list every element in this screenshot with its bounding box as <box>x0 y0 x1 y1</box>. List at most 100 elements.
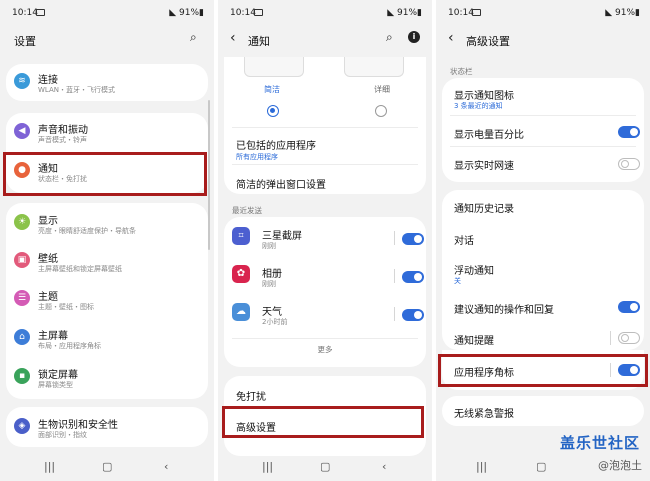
watermark-brand: 盖乐世社区 <box>559 434 640 452</box>
search-icon[interactable]: ⌕ <box>190 30 197 45</box>
dnd-item[interactable]: 免打扰 <box>236 388 266 403</box>
wireless-emergency-alerts[interactable]: 无线紧急警报 <box>454 405 514 420</box>
settings-group-3: ☀ 显示 亮度・眼睛舒适度保护・导航条 ▣ 壁纸 主屏幕壁纸和锁定屏幕壁纸 ☰ … <box>6 203 208 399</box>
lock-icon: ▪ <box>14 368 30 384</box>
battery-percentage-toggle[interactable] <box>618 126 640 138</box>
recent-app-row[interactable]: ☁ 天气 2小时前 <box>224 295 426 333</box>
battery-status: ◣ 91%▮ <box>387 8 422 18</box>
back-icon[interactable]: ‹ <box>382 460 386 473</box>
battery-status: ◣ 91%▮ <box>605 8 640 18</box>
page-title: 通知 <box>248 35 270 48</box>
notification-reminder[interactable]: 通知提醒 <box>454 332 494 347</box>
more-button[interactable]: 更多 <box>224 344 426 355</box>
search-icon[interactable]: ⌕ <box>386 30 393 45</box>
settings-item-home-screen[interactable]: ⌂ 主屏幕 布局・应用程序角标 <box>6 320 208 358</box>
notification-history[interactable]: 通知历史记录 <box>454 200 514 215</box>
settings-item-subtitle: WLAN・蓝牙・飞行模式 <box>38 86 116 94</box>
settings-item-sound[interactable]: ◀ 声音和振动 声音模式・铃声 <box>6 114 208 152</box>
wifi-icon: ≋ <box>14 73 30 89</box>
back-icon[interactable]: ‹ <box>164 460 168 473</box>
brief-preview-image <box>244 57 304 77</box>
scrollbar[interactable] <box>208 100 210 250</box>
gallery-status-icon <box>254 9 263 16</box>
divider <box>232 338 418 339</box>
recent-apps-icon[interactable]: ||| <box>262 460 273 473</box>
settings-item-subtitle: 主题・壁纸・图标 <box>38 303 94 311</box>
row-separator <box>394 269 395 283</box>
settings-item-subtitle: 声音模式・铃声 <box>38 136 87 144</box>
recent-app-toggle[interactable] <box>402 309 424 321</box>
recent-app-time: 刚刚 <box>262 242 276 250</box>
settings-item-title: 主题 <box>38 292 58 303</box>
back-arrow-icon[interactable]: ‹ <box>448 30 454 46</box>
brief-popup-settings[interactable]: 简洁的弹出窗口设置 <box>236 176 326 191</box>
recent-apps-icon[interactable]: ||| <box>476 460 487 473</box>
recent-apps-icon[interactable]: ||| <box>44 460 55 473</box>
biometrics-icon: ◈ <box>14 418 30 434</box>
style-detailed-label: 详细 <box>374 85 390 94</box>
style-brief-radio[interactable] <box>267 105 279 117</box>
battery-percentage-label: 显示电量百分比 <box>454 130 524 141</box>
home-button-icon[interactable]: ▢ <box>102 460 112 473</box>
suggest-actions-toggle[interactable] <box>618 301 640 313</box>
advanced-settings-panel: 10:14 ◣ 91%▮ ‹ 高级设置 状态栏 显示通知图标 3 条最近的通知 … <box>436 0 650 481</box>
settings-item-subtitle: 主屏幕壁纸和锁定屏幕壁纸 <box>38 265 122 273</box>
recent-app-time: 2小时前 <box>262 318 288 326</box>
notifications-panel: 10:14 ◣ 91%▮ ‹ 通知 ⌕ i 简洁 详细 已包括的应用程序 所有应… <box>218 0 432 481</box>
show-notification-icons[interactable]: 显示通知图标 <box>454 87 514 102</box>
recent-app-toggle[interactable] <box>402 233 424 245</box>
home-button-icon[interactable]: ▢ <box>320 460 330 473</box>
display-icon: ☀ <box>14 214 30 230</box>
settings-item-title: 显示 <box>38 216 58 227</box>
notification-options-card: 通知历史记录 对话 浮动通知 关 建议通知的操作和回复 通知提醒 <box>442 190 644 350</box>
notification-reminder-toggle[interactable] <box>618 332 640 344</box>
row-separator <box>610 331 611 345</box>
navigation-bar: ||| ▢ ‹ <box>0 453 214 481</box>
settings-item-display[interactable]: ☀ 显示 亮度・眼睛舒适度保护・导航条 <box>6 205 208 243</box>
battery-percent: 91% <box>397 8 418 18</box>
gallery-status-icon <box>36 9 45 16</box>
highlight-notifications <box>3 152 207 196</box>
recent-app-toggle[interactable] <box>402 271 424 283</box>
gallery-icon: ✿ <box>232 265 250 283</box>
settings-item-themes[interactable]: ☰ 主题 主题・壁纸・图标 <box>6 281 208 319</box>
settings-item-title: 声音和振动 <box>38 125 88 136</box>
wallpaper-icon: ▣ <box>14 252 30 268</box>
recent-app-name: 天气 <box>262 307 282 318</box>
notification-style-card: 简洁 详细 已包括的应用程序 所有应用程序 简洁的弹出窗口设置 <box>224 57 426 194</box>
recent-app-name: 三星截屏 <box>262 231 302 242</box>
navigation-bar: ||| ▢ <box>436 453 650 481</box>
status-time: 10:14 <box>230 8 256 18</box>
conversations[interactable]: 对话 <box>454 232 474 247</box>
recent-app-time: 刚刚 <box>262 280 276 288</box>
battery-percent: 91% <box>179 8 200 18</box>
settings-item-connections[interactable]: ≋ 连接 WLAN・蓝牙・飞行模式 <box>6 64 208 102</box>
status-time: 10:14 <box>12 8 38 18</box>
recent-app-row[interactable]: ⌗ 三星截屏 刚刚 <box>224 219 426 257</box>
settings-item-lock-screen[interactable]: ▪ 锁定屏幕 屏幕锁类型 <box>6 359 208 397</box>
status-bar: 10:14 ◣ 91%▮ <box>218 8 432 22</box>
home-button-icon[interactable]: ▢ <box>536 460 546 473</box>
recent-app-row[interactable]: ✿ 相册 刚刚 <box>224 257 426 295</box>
status-bar: 10:14 ◣ 91%▮ <box>0 8 214 22</box>
floating-notifications[interactable]: 浮动通知 <box>454 262 494 277</box>
settings-item-title: 壁纸 <box>38 254 58 265</box>
settings-panel: 10:14 ◣ 91%▮ 设置 ⌕ ≋ 连接 WLAN・蓝牙・飞行模式 ◀ 声音… <box>0 0 214 481</box>
settings-item-wallpaper[interactable]: ▣ 壁纸 主屏幕壁纸和锁定屏幕壁纸 <box>6 243 208 281</box>
settings-item-subtitle: 布局・应用程序角标 <box>38 342 101 350</box>
recent-apps-card: ⌗ 三星截屏 刚刚 ✿ 相册 刚刚 ☁ 天气 2小时前 更多 <box>224 217 426 367</box>
settings-item-biometrics[interactable]: ◈ 生物识别和安全性 面部识别・指纹 <box>6 409 208 447</box>
divider <box>232 164 418 165</box>
included-apps-title[interactable]: 已包括的应用程序 <box>236 137 316 152</box>
network-speed-toggle[interactable] <box>618 158 640 170</box>
settings-item-title: 生物识别和安全性 <box>38 420 118 431</box>
info-icon[interactable]: i <box>408 31 420 43</box>
floating-notifications-sub: 关 <box>454 277 461 285</box>
back-arrow-icon[interactable]: ‹ <box>230 30 236 46</box>
network-speed-label: 显示实时网速 <box>454 161 514 172</box>
battery-icon: ▮ <box>417 8 422 18</box>
signal-icon: ◣ <box>169 8 180 18</box>
style-detailed-radio[interactable] <box>375 105 387 117</box>
emergency-alerts-card: 无线紧急警报 <box>442 396 644 426</box>
status-time: 10:14 <box>448 8 474 18</box>
